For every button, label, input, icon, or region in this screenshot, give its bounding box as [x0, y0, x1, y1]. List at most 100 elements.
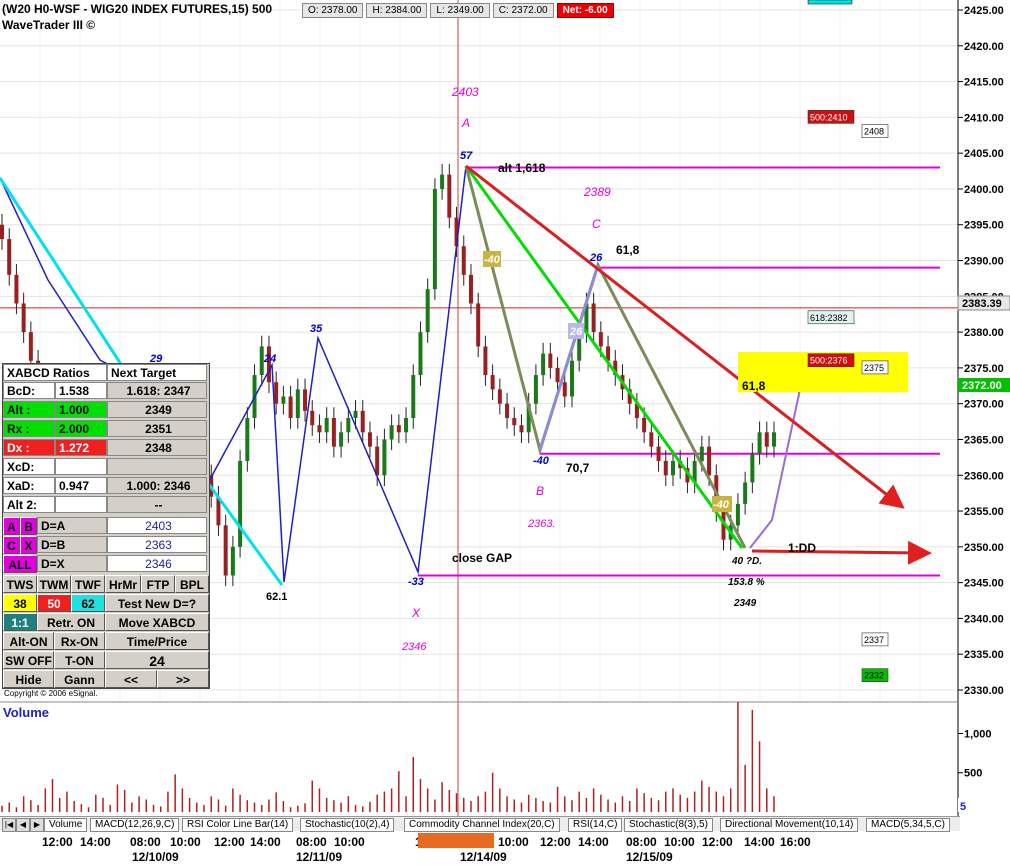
- candle-body: [642, 418, 647, 433]
- move-xabcd-button[interactable]: Move XABCD: [105, 613, 209, 631]
- time-tick-label: 14:00: [744, 835, 775, 849]
- candle-body: [562, 382, 567, 397]
- y-tick-label: 2415.00: [964, 77, 1004, 89]
- time-tick-label: 14:00: [80, 835, 111, 849]
- candle-body: [483, 346, 488, 376]
- price-box-label: 2337: [864, 635, 884, 645]
- annotation-label: 35: [310, 323, 323, 335]
- prev-button[interactable]: <<: [105, 670, 157, 688]
- candle-body: [663, 460, 668, 476]
- volume-tick-label: 500: [964, 768, 982, 780]
- candle-body: [375, 446, 380, 476]
- hrmr-button[interactable]: HrMr: [105, 575, 141, 593]
- candle-body: [245, 418, 250, 461]
- ratio-target: 2348: [107, 439, 207, 456]
- indicator-tab[interactable]: RSI(14,C): [568, 818, 623, 832]
- crosshair-price-label: 2383.39: [962, 298, 1002, 310]
- candle-body: [555, 367, 560, 383]
- indicator-tab[interactable]: MACD(12,26,9,C): [90, 818, 180, 832]
- ratio-value: 0.947: [55, 477, 107, 494]
- candle-body: [468, 274, 473, 304]
- twm-button[interactable]: TWM: [37, 575, 71, 593]
- candle-body: [541, 353, 546, 376]
- point-button[interactable]: X: [20, 536, 37, 554]
- candle-body: [353, 410, 358, 418]
- all-button[interactable]: ALL: [3, 555, 37, 573]
- ratio11-button[interactable]: 1:1: [3, 613, 37, 631]
- y-tick-label: 2335.00: [964, 649, 1004, 661]
- price-box-label: 500:2376: [810, 356, 848, 366]
- ratio-target: 1.000: 2346: [107, 477, 207, 494]
- candle-body: [411, 375, 416, 418]
- candle-body: [14, 274, 19, 304]
- candle-body: [512, 418, 517, 426]
- twf-button[interactable]: TWF: [71, 575, 105, 593]
- candle-body: [670, 460, 675, 476]
- time-price-button[interactable]: Time/Price: [105, 632, 209, 650]
- price-box-label: 2408: [864, 127, 884, 137]
- candle-body: [707, 446, 712, 476]
- ohlc-bar: O: 2378.00 H: 2384.00 L: 2349.00 C: 2372…: [302, 3, 614, 18]
- next-button[interactable]: >>: [157, 670, 209, 688]
- candle-body: [656, 446, 661, 461]
- volume-tick-label: 1,000: [964, 728, 992, 740]
- point-button[interactable]: B: [20, 517, 37, 535]
- candle-body: [764, 432, 769, 447]
- hide-button[interactable]: Hide: [3, 670, 54, 688]
- low-value: L: 2349.00: [430, 3, 490, 18]
- candle-body: [389, 425, 394, 440]
- alt-on-button[interactable]: Alt-ON: [3, 632, 54, 650]
- indicator-tab[interactable]: Directional Movement(10,14): [720, 818, 859, 832]
- tws-button[interactable]: TWS: [3, 575, 37, 593]
- indicator-tab[interactable]: Commodity Channel Index(20,C): [404, 818, 560, 832]
- window-subtitle: WaveTrader III ©: [2, 18, 96, 32]
- indicator-tab[interactable]: RSI Color Line Bar(14): [182, 818, 294, 832]
- tab-scroll-prev[interactable]: ◀: [16, 818, 30, 832]
- point-button[interactable]: C: [3, 536, 20, 554]
- y-tick-label: 2400.00: [964, 184, 1004, 196]
- time-tick-label: 12:00: [214, 835, 245, 849]
- ftp-button[interactable]: FTP: [141, 575, 175, 593]
- ratio-value: 1.272: [55, 439, 107, 456]
- candle-body: [303, 389, 308, 411]
- candle-body: [7, 239, 12, 275]
- net-change: Net: -6.00: [556, 3, 614, 18]
- fib62-button[interactable]: 62: [71, 594, 105, 612]
- annotation-label: 61,8: [742, 379, 766, 393]
- tab-scroll-next[interactable]: ▶: [30, 818, 44, 832]
- candle-body: [497, 389, 502, 404]
- rx-on-button[interactable]: Rx-ON: [54, 632, 105, 650]
- indicator-tab[interactable]: Stochastic(8(3),5): [624, 818, 713, 832]
- eq-label: D=X: [37, 555, 107, 572]
- eq-value: 2346: [107, 555, 207, 572]
- candle-body: [274, 382, 279, 404]
- indicator-tab[interactable]: Volume: [44, 818, 88, 832]
- indicator-tab[interactable]: Stochastic(10(2),4): [300, 818, 395, 832]
- fib50-button[interactable]: 50: [37, 594, 71, 612]
- retr-on-button[interactable]: Retr. ON: [37, 613, 105, 631]
- candle-body: [324, 418, 329, 433]
- test-new-button[interactable]: Test New D=?: [105, 594, 209, 612]
- volume-title: Volume: [3, 705, 49, 720]
- ratio-target: 2351: [107, 420, 207, 437]
- annotation-label: -33: [408, 576, 424, 588]
- sw-off-button[interactable]: SW OFF: [3, 651, 54, 669]
- fib38-button[interactable]: 38: [3, 594, 37, 612]
- t-on-button[interactable]: T-ON: [54, 651, 105, 669]
- gann-button[interactable]: Gann: [54, 670, 105, 688]
- candle-body: [367, 432, 372, 447]
- candle-body: [21, 303, 26, 333]
- bpl-button[interactable]: BPL: [175, 575, 209, 593]
- time-tick-label: 08:00: [626, 835, 657, 849]
- ratio-label: BcD:: [3, 382, 55, 399]
- ratio-target: --: [107, 496, 207, 513]
- annotation-label: 24: [263, 353, 276, 365]
- annotation-label: B: [536, 484, 544, 498]
- time-tick-label: 14:00: [250, 835, 281, 849]
- indicator-tab[interactable]: MACD(5,34,5,C): [866, 818, 950, 832]
- point-button[interactable]: A: [3, 517, 20, 535]
- y-tick-label: 2390.00: [964, 256, 1004, 268]
- time-tick-label: 08:00: [130, 835, 161, 849]
- time-tick-label: 10:00: [664, 835, 695, 849]
- tab-scroll-first[interactable]: |◀: [2, 818, 16, 832]
